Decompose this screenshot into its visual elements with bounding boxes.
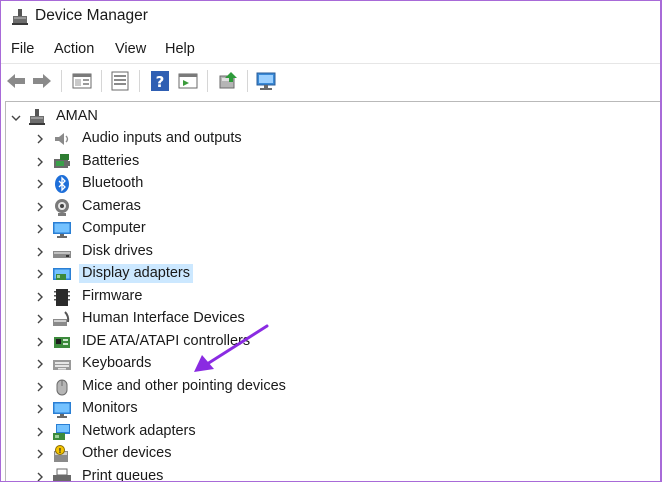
disk-drive-icon (53, 250, 71, 258)
tree-item-label: Display adapters (79, 264, 193, 283)
ide-controller-icon (54, 336, 70, 348)
chevron-right-icon[interactable] (34, 381, 46, 393)
svg-text:!: ! (58, 447, 61, 455)
battery-icon (54, 153, 70, 168)
show-hidden-icon[interactable] (177, 70, 199, 92)
chevron-right-icon[interactable] (34, 471, 46, 483)
chevron-right-icon[interactable] (34, 448, 46, 460)
tree-item-label: Cameras (82, 197, 141, 214)
tree-item-human-interface-devices[interactable]: Human Interface Devices (6, 308, 646, 330)
tree-item-label: Firmware (82, 287, 143, 304)
chevron-right-icon[interactable] (34, 201, 46, 213)
tree-item-disk-drives[interactable]: Disk drives (6, 241, 646, 263)
tree-item-mice-and-other-pointing-devices[interactable]: Mice and other pointing devices (6, 376, 646, 398)
mouse-icon (56, 379, 68, 395)
printer-icon (53, 468, 71, 481)
toolbar-separator (247, 70, 248, 92)
chevron-right-icon[interactable] (34, 313, 46, 325)
device-manager-app-icon (12, 9, 28, 25)
tree-item-bluetooth[interactable]: Bluetooth (6, 173, 646, 195)
tree-item-keyboards[interactable]: Keyboards (6, 353, 646, 375)
tree-item-label: Print queues (82, 467, 164, 482)
chevron-right-icon[interactable] (34, 156, 46, 168)
menu-help[interactable]: Help (165, 41, 195, 57)
window-title: Device Manager (35, 7, 148, 24)
tree-item-label: Other devices (82, 445, 172, 461)
keyboard-icon (53, 360, 71, 370)
device-manager-window: Device Manager File Action View Help ? A… (0, 0, 662, 482)
tree-item-cameras[interactable]: Cameras (6, 196, 646, 218)
tree-item-label: Computer (82, 220, 146, 236)
chevron-right-icon[interactable] (34, 426, 46, 438)
chevron-right-icon[interactable] (34, 268, 46, 280)
chevron-right-icon[interactable] (34, 133, 46, 145)
annotation-arrow (194, 324, 269, 372)
tree-item-label: Bluetooth (82, 175, 144, 191)
device-list-icon[interactable] (109, 70, 131, 92)
menu-action[interactable]: Action (54, 41, 94, 57)
tree-item-firmware[interactable]: Firmware (6, 286, 646, 308)
help-icon[interactable]: ? (149, 70, 171, 92)
menu-bar: File Action View Help (1, 37, 660, 63)
tree-item-label: Monitors (82, 400, 138, 416)
tree-item-label: Batteries (82, 152, 140, 169)
tree-item-label: Audio inputs and outputs (82, 130, 242, 146)
chevron-right-icon[interactable] (34, 336, 46, 348)
tree-item-batteries[interactable]: Batteries (6, 151, 646, 173)
toolbar: ? (1, 63, 660, 98)
svg-text:?: ? (156, 73, 165, 91)
menu-file[interactable]: File (11, 41, 34, 57)
chevron-right-icon[interactable] (34, 178, 46, 190)
network-adapter-icon (53, 423, 70, 440)
tree-item-label: Keyboards (82, 355, 152, 371)
tree-root-label: AMAN (56, 108, 98, 124)
computer-icon (53, 222, 71, 238)
tree-item-computer[interactable]: Computer (6, 218, 646, 240)
tree-item-monitors[interactable]: Monitors (6, 398, 646, 420)
tree-item-label: Network adapters (82, 422, 196, 439)
tree-item-print-queues[interactable]: Print queues (6, 466, 646, 483)
tree-item-audio-inputs-and-outputs[interactable]: Audio inputs and outputs (6, 128, 646, 150)
display-adapter-icon (53, 268, 71, 280)
tree-item-network-adapters[interactable]: Network adapters (6, 421, 646, 443)
menu-view[interactable]: View (115, 41, 146, 57)
toolbar-separator (207, 70, 208, 92)
tree-item-display-adapters[interactable]: Display adapters (6, 263, 646, 285)
chevron-right-icon[interactable] (34, 223, 46, 235)
back-icon[interactable] (5, 70, 27, 92)
tree-item-label: Mice and other pointing devices (82, 377, 286, 394)
chevron-right-icon[interactable] (34, 291, 46, 303)
monitor-icon (53, 402, 71, 418)
chevron-down-icon[interactable] (10, 112, 22, 124)
speaker-icon (55, 133, 69, 145)
toolbar-separator (61, 70, 62, 92)
chevron-right-icon[interactable] (34, 403, 46, 415)
scan-hardware-icon[interactable] (255, 70, 277, 92)
forward-icon[interactable] (31, 70, 53, 92)
computer-root-icon (29, 109, 45, 125)
camera-icon (55, 198, 69, 216)
tree-root-node[interactable]: AMAN (6, 106, 306, 128)
bluetooth-icon (55, 175, 69, 193)
tree-item-label: Disk drives (82, 242, 153, 259)
properties-window-icon[interactable] (71, 70, 93, 92)
other-devices-icon: ! (54, 445, 68, 462)
device-tree-pane: AMAN Audio inputs and outputs Batteries Bl… (5, 101, 660, 481)
firmware-chip-icon (54, 288, 70, 306)
tree-item-other-devices[interactable]: ! Other devices (6, 443, 646, 465)
title-bar: Device Manager (1, 1, 660, 35)
chevron-right-icon[interactable] (34, 358, 46, 370)
chevron-right-icon[interactable] (34, 246, 46, 258)
hid-icon (53, 311, 70, 326)
toolbar-separator (139, 70, 140, 92)
tree-item-ide-ata-atapi-controllers[interactable]: IDE ATA/ATAPI controllers (6, 331, 646, 353)
toolbar-separator (101, 70, 102, 92)
update-driver-icon[interactable] (217, 70, 239, 92)
